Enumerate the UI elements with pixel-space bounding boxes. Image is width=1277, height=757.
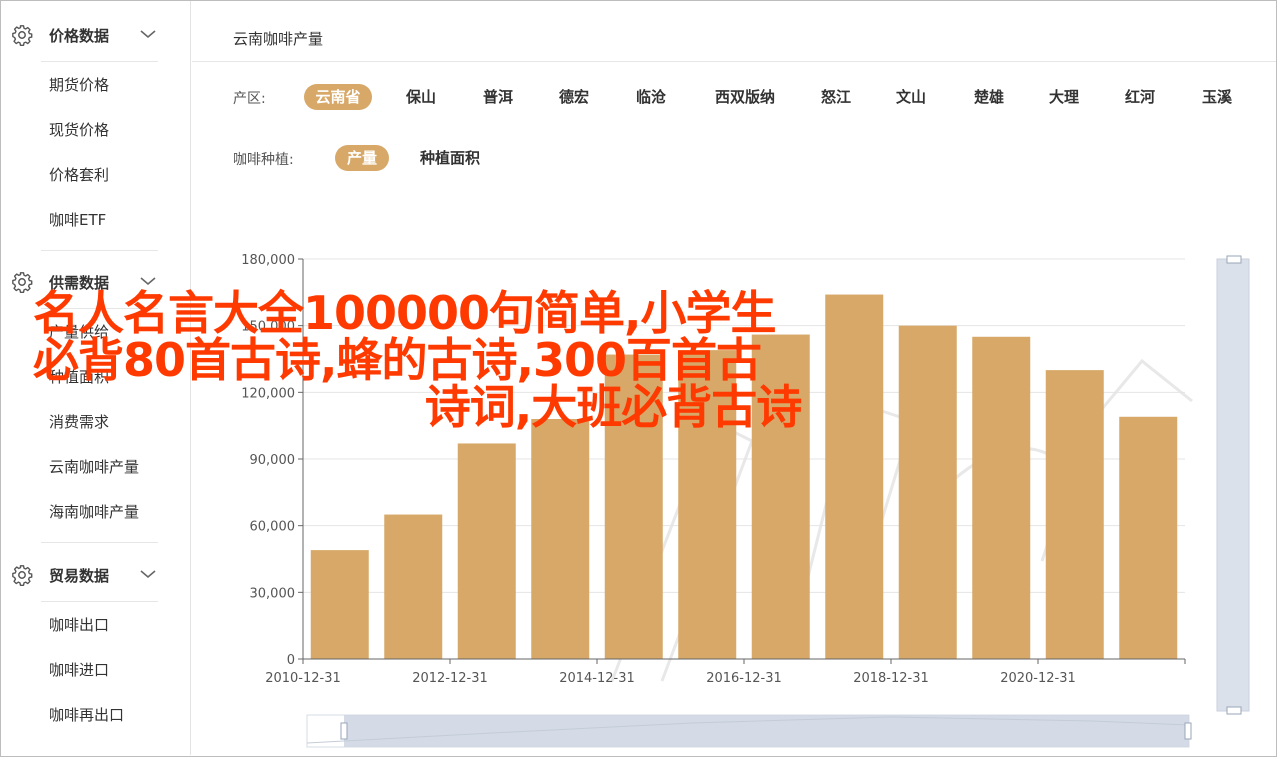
- chart-bar: [1045, 370, 1104, 659]
- section-divider: [41, 250, 158, 251]
- sidebar-section-title: 贸易数据: [49, 567, 110, 585]
- section-divider: [41, 308, 158, 309]
- x-tick-label: 2010-12-31: [265, 671, 341, 686]
- y-tick-label: 120,000: [241, 386, 295, 401]
- sidebar-section-header[interactable]: 贸易数据: [1, 555, 191, 595]
- main-panel: 云南咖啡产量 产区: 云南省 保山 普洱 德宏 临沧 西双版纳 怒江 文山 楚雄 大理 红河 玉溪 咖…: [192, 1, 1276, 755]
- chart-bar: [384, 514, 443, 659]
- chevron-down-icon: [140, 570, 156, 579]
- y-tick-label: 60,000: [250, 520, 296, 535]
- sidebar-section-header[interactable]: 价格数据: [1, 15, 191, 55]
- section-divider: [41, 542, 158, 543]
- sidebar-section-title: 供需数据: [49, 274, 110, 292]
- x-tick-label: 2014-12-31: [559, 671, 635, 686]
- chevron-down-icon: [140, 30, 156, 39]
- y-tick-label: 0: [287, 653, 295, 668]
- sidebar-section-title: 价格数据: [49, 27, 110, 45]
- sidebar-section-header[interactable]: 供需数据: [1, 262, 191, 302]
- chevron-down-icon: [140, 277, 156, 286]
- x-tick-label: 2012-12-31: [412, 671, 488, 686]
- sidebar-item[interactable]: 海南咖啡产量: [49, 501, 139, 522]
- chart-bar: [457, 443, 516, 659]
- x-tick-label: 2016-12-31: [706, 671, 782, 686]
- sidebar-item[interactable]: 咖啡再出口: [49, 704, 124, 725]
- y-tick-label: 180,000: [241, 253, 295, 268]
- y-tick-label: 150,000: [241, 320, 295, 335]
- sidebar: 价格数据期货价格现货价格价格套利咖啡ETF 供需数据产量供给种植面积消费需求云南咖…: [1, 1, 191, 755]
- zoom-slider-handle-right[interactable]: [1184, 722, 1192, 740]
- sidebar-item[interactable]: 价格套利: [49, 164, 109, 185]
- section-divider: [41, 61, 158, 62]
- chart-bar: [310, 550, 369, 659]
- x-tick-label: 2018-12-31: [853, 671, 929, 686]
- sidebar-item[interactable]: 咖啡出口: [49, 614, 109, 635]
- chart-bar: [972, 336, 1031, 659]
- y-tick-label: 30,000: [250, 586, 296, 601]
- sidebar-item[interactable]: 产量供给: [49, 321, 109, 342]
- bar-chart: 0 30,000 60,000 90,000 120,000 150,000 180,000…: [241, 253, 1250, 748]
- chart-bar: [898, 325, 957, 659]
- gear-icon: [12, 25, 33, 46]
- gear-icon: [12, 565, 33, 586]
- vertical-zoom-slider[interactable]: [1216, 258, 1250, 712]
- chart-bar: [531, 419, 590, 659]
- vertical-slider-handle-bottom[interactable]: [1226, 706, 1242, 715]
- chart-bar: [825, 294, 884, 659]
- sidebar-item[interactable]: 咖啡ETF: [49, 209, 106, 230]
- zoom-slider-handle-left[interactable]: [340, 722, 348, 740]
- x-tick-label: 2020-12-31: [1000, 671, 1076, 686]
- chart-bar: [678, 350, 737, 659]
- chart-bar: [604, 354, 663, 659]
- sidebar-item[interactable]: 期货价格: [49, 74, 109, 95]
- sidebar-item[interactable]: 消费需求: [49, 411, 109, 432]
- sidebar-item[interactable]: 现货价格: [49, 119, 109, 140]
- chart-bar: [1119, 416, 1178, 659]
- vertical-slider-handle-top[interactable]: [1226, 255, 1242, 264]
- gear-icon: [12, 272, 33, 293]
- section-divider: [41, 601, 158, 602]
- zoom-slider-window[interactable]: [344, 715, 1189, 747]
- sidebar-item[interactable]: 咖啡进口: [49, 659, 109, 680]
- y-tick-label: 90,000: [250, 453, 296, 468]
- sidebar-item[interactable]: 种植面积: [49, 366, 109, 387]
- sidebar-item[interactable]: 云南咖啡产量: [49, 456, 139, 477]
- chart-bar: [751, 334, 810, 659]
